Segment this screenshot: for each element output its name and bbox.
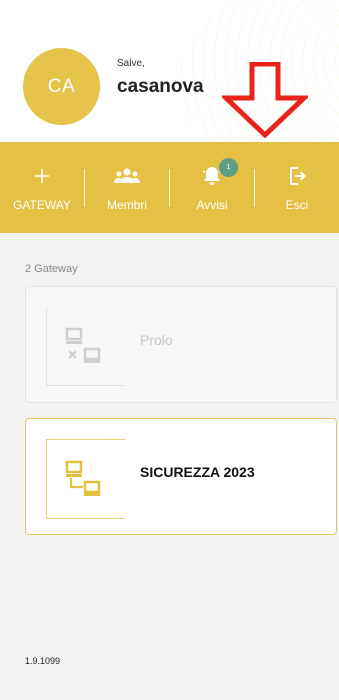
gateway-icon-box <box>46 439 125 519</box>
logout-button[interactable]: Esci <box>255 142 339 233</box>
gateway-card-prolo[interactable]: Prolo <box>25 286 337 403</box>
app-version: 1.9.1099 <box>25 656 61 666</box>
add-gateway-label: GATEWAY <box>13 197 71 212</box>
gateway-icon-box <box>46 307 125 386</box>
logout-icon <box>288 164 306 188</box>
gateway-name: Prolo <box>140 332 173 348</box>
network-connected-icon <box>65 460 101 496</box>
add-gateway-button[interactable]: GATEWAY <box>0 142 84 233</box>
alerts-button[interactable]: 1 Avvisi <box>170 142 254 233</box>
members-label: Membri <box>106 197 147 212</box>
username: casanova <box>117 76 204 97</box>
profile-header: CA Salve, casanova <box>0 0 339 142</box>
avatar: CA <box>23 48 100 125</box>
alerts-count-badge: 1 <box>219 158 238 177</box>
alerts-label: Avvisi <box>196 197 228 212</box>
greeting-text: Salve, <box>117 58 145 69</box>
logout-label: Esci <box>285 197 309 212</box>
arrow-down-icon <box>222 62 308 138</box>
action-toolbar: GATEWAY Membri 1 Avvisi Esci <box>0 142 339 233</box>
gateway-count: 2 Gateway <box>25 263 78 275</box>
network-disconnected-icon <box>65 327 101 363</box>
plus-icon <box>33 164 51 188</box>
users-icon <box>113 164 141 188</box>
members-button[interactable]: Membri <box>85 142 169 233</box>
gateway-card-sicurezza[interactable]: SICUREZZA 2023 <box>25 418 337 535</box>
gateway-name: SICUREZZA 2023 <box>140 464 255 480</box>
